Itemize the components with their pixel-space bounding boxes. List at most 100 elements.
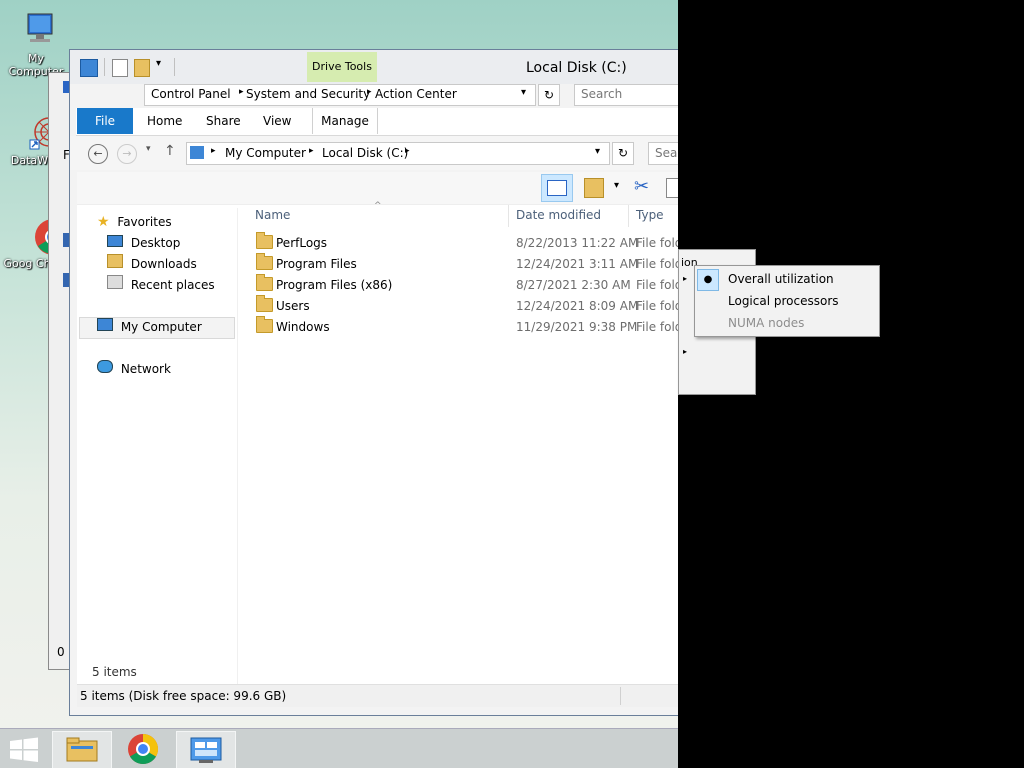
sort-ascending-icon: ^ bbox=[374, 201, 382, 211]
drive-tools-tab[interactable]: Drive Tools bbox=[307, 52, 377, 82]
tab-file[interactable]: File bbox=[77, 108, 133, 134]
start-button[interactable] bbox=[0, 731, 48, 767]
up-arrow-icon[interactable]: ↑ bbox=[164, 143, 176, 159]
address-bar[interactable]: ▸ My Computer ▸ Local Disk (C:) ▸ ▾ bbox=[186, 142, 610, 165]
search-placeholder: Search bbox=[581, 87, 623, 101]
file-explorer-icon bbox=[66, 737, 98, 762]
properties-icon[interactable] bbox=[112, 59, 128, 77]
taskbar-chrome[interactable] bbox=[114, 731, 172, 767]
file-row[interactable]: PerfLogs 8/22/2013 11:22 AM File fold bbox=[238, 232, 678, 254]
folder-icon bbox=[256, 274, 273, 296]
tab-home[interactable]: Home bbox=[147, 114, 182, 128]
sidebar-item-network[interactable]: Network bbox=[97, 359, 171, 379]
back-address-bar[interactable]: Control Panel ▸ System and Security ▸ Ac… bbox=[144, 84, 536, 106]
folder-icon bbox=[256, 295, 273, 317]
chevron-right-icon: ▸ bbox=[309, 146, 314, 156]
recent-locations-icon[interactable]: ▾ bbox=[146, 144, 151, 154]
downloads-folder-icon bbox=[107, 254, 123, 268]
tab-view[interactable]: View bbox=[263, 114, 291, 128]
sidebar-item-label: My Computer bbox=[120, 320, 202, 334]
status-bar: 5 items (Disk free space: 99.6 GB) bbox=[77, 684, 678, 707]
sidebar-item-desktop[interactable]: Desktop bbox=[107, 233, 180, 253]
sidebar-item-downloads[interactable]: Downloads bbox=[107, 254, 197, 274]
file-row[interactable]: Windows 11/29/2021 9:38 PM File fold bbox=[238, 316, 678, 338]
context-submenu[interactable]: ● Overall utilization Logical processors… bbox=[694, 265, 880, 337]
file-row[interactable]: Program Files (x86) 8/27/2021 2:30 AM Fi… bbox=[238, 274, 678, 296]
column-header-type[interactable]: Type bbox=[636, 208, 664, 222]
chevron-right-icon: ▸ bbox=[211, 146, 216, 156]
desktop-folder-icon bbox=[107, 235, 123, 247]
tab-share[interactable]: Share bbox=[206, 114, 241, 128]
search-placeholder: Sear bbox=[655, 146, 678, 160]
file-date: 11/29/2021 9:38 PM bbox=[516, 320, 638, 334]
file-row[interactable]: Users 12/24/2021 8:09 AM File fold bbox=[238, 295, 678, 317]
search-box[interactable]: Sear bbox=[648, 142, 678, 165]
taskbar-file-explorer[interactable] bbox=[52, 731, 112, 768]
file-type: File fold bbox=[636, 236, 678, 250]
chevron-right-icon: ▸ bbox=[405, 146, 410, 156]
breadcrumb-action-center[interactable]: Action Center bbox=[375, 87, 457, 101]
menu-item-numa-nodes: NUMA nodes bbox=[695, 312, 879, 334]
sidebar-item-my-computer[interactable]: My Computer bbox=[97, 317, 202, 337]
menu-item-label: Overall utilization bbox=[728, 272, 834, 286]
breadcrumb-my-computer[interactable]: My Computer bbox=[225, 146, 306, 160]
forward-arrow-icon[interactable]: → bbox=[117, 144, 137, 164]
chevron-down-icon[interactable]: ▾ bbox=[521, 87, 526, 98]
separator bbox=[104, 58, 105, 76]
quick-access-dropdown-icon[interactable]: ▾ bbox=[156, 58, 161, 69]
refresh-icon[interactable]: ↻ bbox=[538, 84, 560, 106]
chevron-right-icon: ▸ bbox=[239, 87, 244, 97]
back-search-box[interactable]: Search bbox=[574, 84, 678, 106]
column-divider[interactable] bbox=[508, 205, 509, 227]
file-type: File fold bbox=[636, 257, 678, 271]
recent-places-icon bbox=[107, 275, 123, 289]
file-name: Program Files bbox=[276, 257, 357, 271]
file-date: 8/27/2021 2:30 AM bbox=[516, 278, 631, 292]
file-date: 12/24/2021 8:09 AM bbox=[516, 299, 639, 313]
scissors-icon[interactable]: ✂ bbox=[634, 176, 649, 197]
separator bbox=[174, 58, 175, 76]
items-count: 5 items bbox=[92, 665, 137, 679]
file-name: Windows bbox=[276, 320, 330, 334]
preview-pane-button[interactable] bbox=[541, 174, 573, 202]
menu-item-label: NUMA nodes bbox=[728, 316, 805, 330]
column-header-date[interactable]: Date modified bbox=[516, 208, 601, 222]
back-arrow-icon[interactable]: ← bbox=[88, 144, 108, 164]
new-folder-icon[interactable] bbox=[134, 59, 150, 77]
file-name: PerfLogs bbox=[276, 236, 328, 250]
menu-item-overall-utilization[interactable]: ● Overall utilization bbox=[695, 268, 879, 291]
column-header-name[interactable]: Name bbox=[255, 208, 290, 222]
tab-manage[interactable]: Manage bbox=[312, 108, 378, 134]
sidebar-item-label: Downloads bbox=[130, 257, 197, 271]
sidebar-item-recent-places[interactable]: Recent places bbox=[107, 275, 215, 295]
chevron-down-icon[interactable]: ▾ bbox=[595, 146, 600, 157]
breadcrumb-system-security[interactable]: System and Security bbox=[246, 87, 370, 101]
column-header-row: Name ^ Date modified Type bbox=[238, 201, 678, 227]
preview-pane-icon bbox=[547, 180, 567, 196]
explorer-window[interactable]: ▾ Drive Tools Local Disk (C:) Control Pa… bbox=[69, 49, 678, 716]
windows-logo-icon bbox=[10, 737, 38, 762]
window-title: Local Disk (C:) bbox=[526, 60, 627, 76]
change-view-icon[interactable] bbox=[584, 178, 604, 198]
file-date: 8/22/2013 11:22 AM bbox=[516, 236, 639, 250]
separator bbox=[620, 687, 621, 705]
file-date: 12/24/2021 3:11 AM bbox=[516, 257, 639, 271]
menu-item-label: Logical processors bbox=[728, 294, 839, 308]
breadcrumb-control-panel[interactable]: Control Panel bbox=[151, 87, 231, 101]
desktop-icon-my-computer[interactable]: My Computer bbox=[0, 10, 72, 78]
star-icon: ★ bbox=[97, 214, 110, 230]
sidebar-item-favorites[interactable]: ★ Favorites bbox=[97, 212, 172, 232]
menu-item-logical-processors[interactable]: Logical processors bbox=[695, 290, 879, 312]
chevron-down-icon[interactable]: ▾ bbox=[614, 180, 619, 191]
file-type: File fold bbox=[636, 278, 678, 292]
sidebar-item-label: Recent places bbox=[130, 278, 215, 292]
breadcrumb-local-disk[interactable]: Local Disk (C:) bbox=[322, 146, 408, 160]
explorer-app-icon[interactable] bbox=[80, 59, 98, 77]
taskbar-control-panel[interactable] bbox=[176, 731, 236, 768]
copy-icon[interactable] bbox=[666, 178, 678, 198]
file-row[interactable]: Program Files 12/24/2021 3:11 AM File fo… bbox=[238, 253, 678, 275]
refresh-icon[interactable]: ↻ bbox=[612, 142, 634, 165]
chrome-icon bbox=[128, 734, 159, 765]
column-divider[interactable] bbox=[628, 205, 629, 227]
file-name: Users bbox=[276, 299, 310, 313]
